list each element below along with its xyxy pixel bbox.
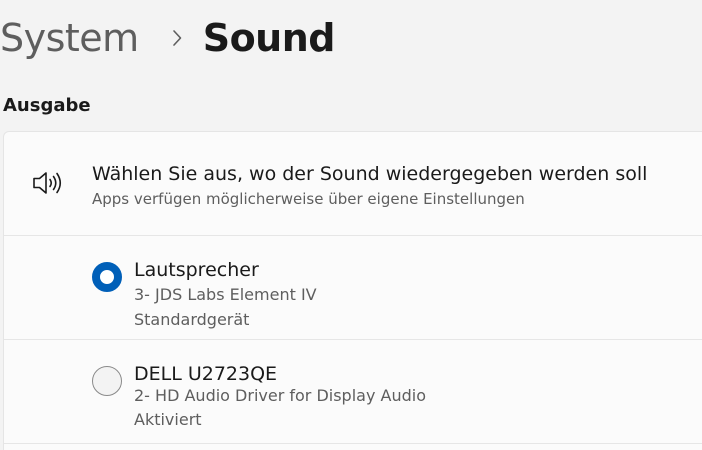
device-status: Standardgerät [134,310,250,329]
divider [4,443,702,444]
speaker-icon [31,168,65,198]
device-name: Lautsprecher [134,259,259,281]
breadcrumb-system-link[interactable]: System [0,12,139,64]
device-name: DELL U2723QE [134,363,278,385]
output-card-title: Wählen Sie aus, wo der Sound wiedergegeb… [92,163,648,185]
output-card-subtitle: Apps verfügen möglicherweise über eigene… [92,190,525,208]
device-status: Aktiviert [134,410,202,429]
breadcrumb: System Sound [0,12,335,64]
device-detail: 3- JDS Labs Element IV [134,285,317,304]
page-title: Sound [202,16,336,60]
settings-page: System Sound Ausgabe Wählen Sie aus, wo … [0,0,702,450]
device-detail: 2- HD Audio Driver for Display Audio [134,386,426,405]
radio-button-selected[interactable] [92,262,122,292]
chevron-right-icon [165,12,189,64]
output-card-header[interactable]: Wählen Sie aus, wo der Sound wiedergegeb… [4,132,702,235]
device-option-dell-u2723qe[interactable]: DELL U2723QE 2- HD Audio Driver for Disp… [4,340,702,444]
section-title-output: Ausgabe [3,95,91,116]
output-device-card: Wählen Sie aus, wo der Sound wiedergegeb… [3,131,702,450]
radio-button-unselected[interactable] [92,366,122,396]
device-option-lautsprecher[interactable]: Lautsprecher 3- JDS Labs Element IV Stan… [4,236,702,340]
